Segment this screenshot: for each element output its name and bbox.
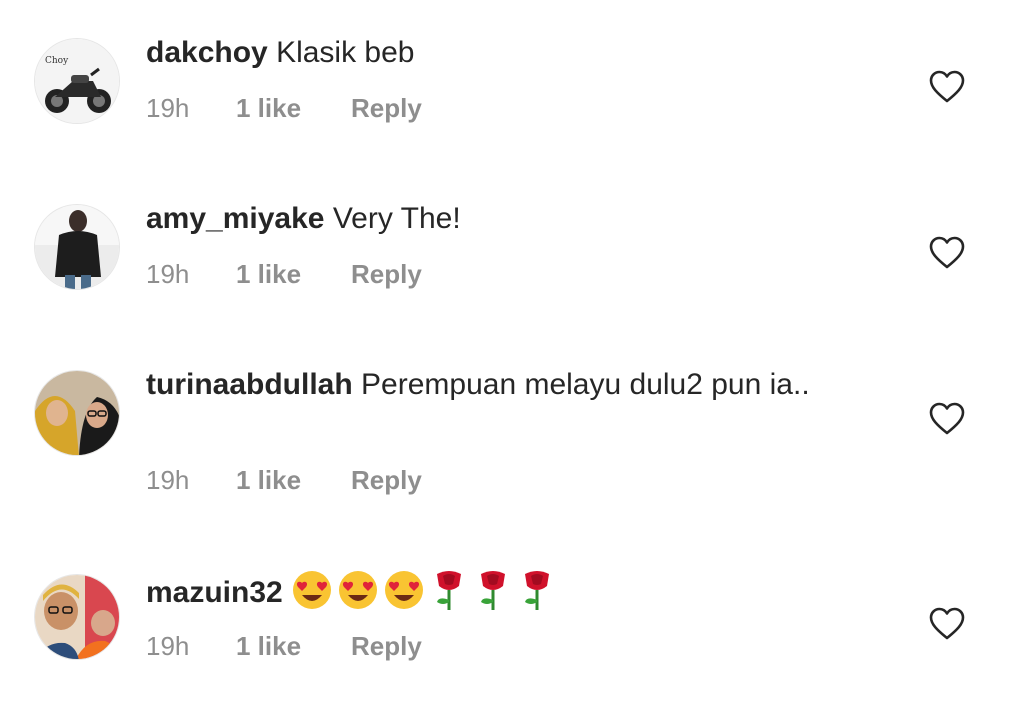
rose-emoji — [481, 571, 506, 610]
avatar[interactable] — [34, 574, 120, 660]
comment-username[interactable]: dakchoy — [146, 36, 268, 69]
avatar[interactable]: Choy — [34, 38, 120, 124]
reply-button[interactable]: Reply — [351, 631, 422, 661]
motorcycle-avatar-image: Choy — [35, 39, 119, 123]
two-people-avatar-image — [35, 371, 119, 455]
rose-emoji — [437, 571, 462, 610]
emoji-row — [291, 568, 557, 612]
comment-body: amy_miyake Very The! — [146, 200, 866, 238]
comment-meta: 19h 1 like Reply — [146, 465, 422, 495]
comment-body: dakchoy Klasik beb — [146, 34, 866, 72]
rose-emoji — [525, 571, 550, 610]
heart-outline-icon[interactable] — [929, 402, 965, 436]
comment-likes[interactable]: 1 like — [236, 259, 351, 289]
reply-button[interactable]: Reply — [351, 465, 422, 495]
comment-username[interactable]: turinaabdullah — [146, 368, 353, 401]
heart-outline-icon[interactable] — [929, 607, 965, 641]
comment-text: Very The! — [332, 202, 461, 235]
comment-text: Klasik beb — [276, 36, 415, 69]
heart-eyes-emoji — [339, 571, 378, 609]
comment-username[interactable]: mazuin32 — [146, 576, 283, 609]
person-avatar-image — [35, 205, 119, 289]
comment-meta: 19h 1 like Reply — [146, 631, 422, 661]
comment-time: 19h — [146, 465, 190, 495]
comment-time: 19h — [146, 93, 190, 123]
reply-button[interactable]: Reply — [351, 259, 422, 289]
family-avatar-image — [35, 575, 119, 659]
heart-outline-icon[interactable] — [929, 70, 965, 104]
comment-time: 19h — [146, 259, 190, 289]
comment-username[interactable]: amy_miyake — [146, 202, 324, 235]
avatar-caption: Choy — [45, 56, 69, 66]
comment-body: turinaabdullah Perempuan melayu dulu2 pu… — [146, 366, 846, 404]
comment-likes[interactable]: 1 like — [236, 465, 351, 495]
comment-text: Perempuan melayu dulu2 pun ia.. — [361, 368, 810, 401]
comment-likes[interactable]: 1 like — [236, 631, 351, 661]
heart-eyes-emoji — [385, 571, 424, 609]
heart-outline-icon[interactable] — [929, 236, 965, 270]
reply-button[interactable]: Reply — [351, 93, 422, 123]
comment-body: mazuin32 — [146, 571, 866, 616]
heart-eyes-emoji — [293, 571, 332, 609]
comment-time: 19h — [146, 631, 190, 661]
comment-likes[interactable]: 1 like — [236, 93, 351, 123]
comment-meta: 19h 1 like Reply — [146, 93, 422, 123]
avatar[interactable] — [34, 370, 120, 456]
avatar[interactable] — [34, 204, 120, 290]
comment-meta: 19h 1 like Reply — [146, 259, 422, 289]
